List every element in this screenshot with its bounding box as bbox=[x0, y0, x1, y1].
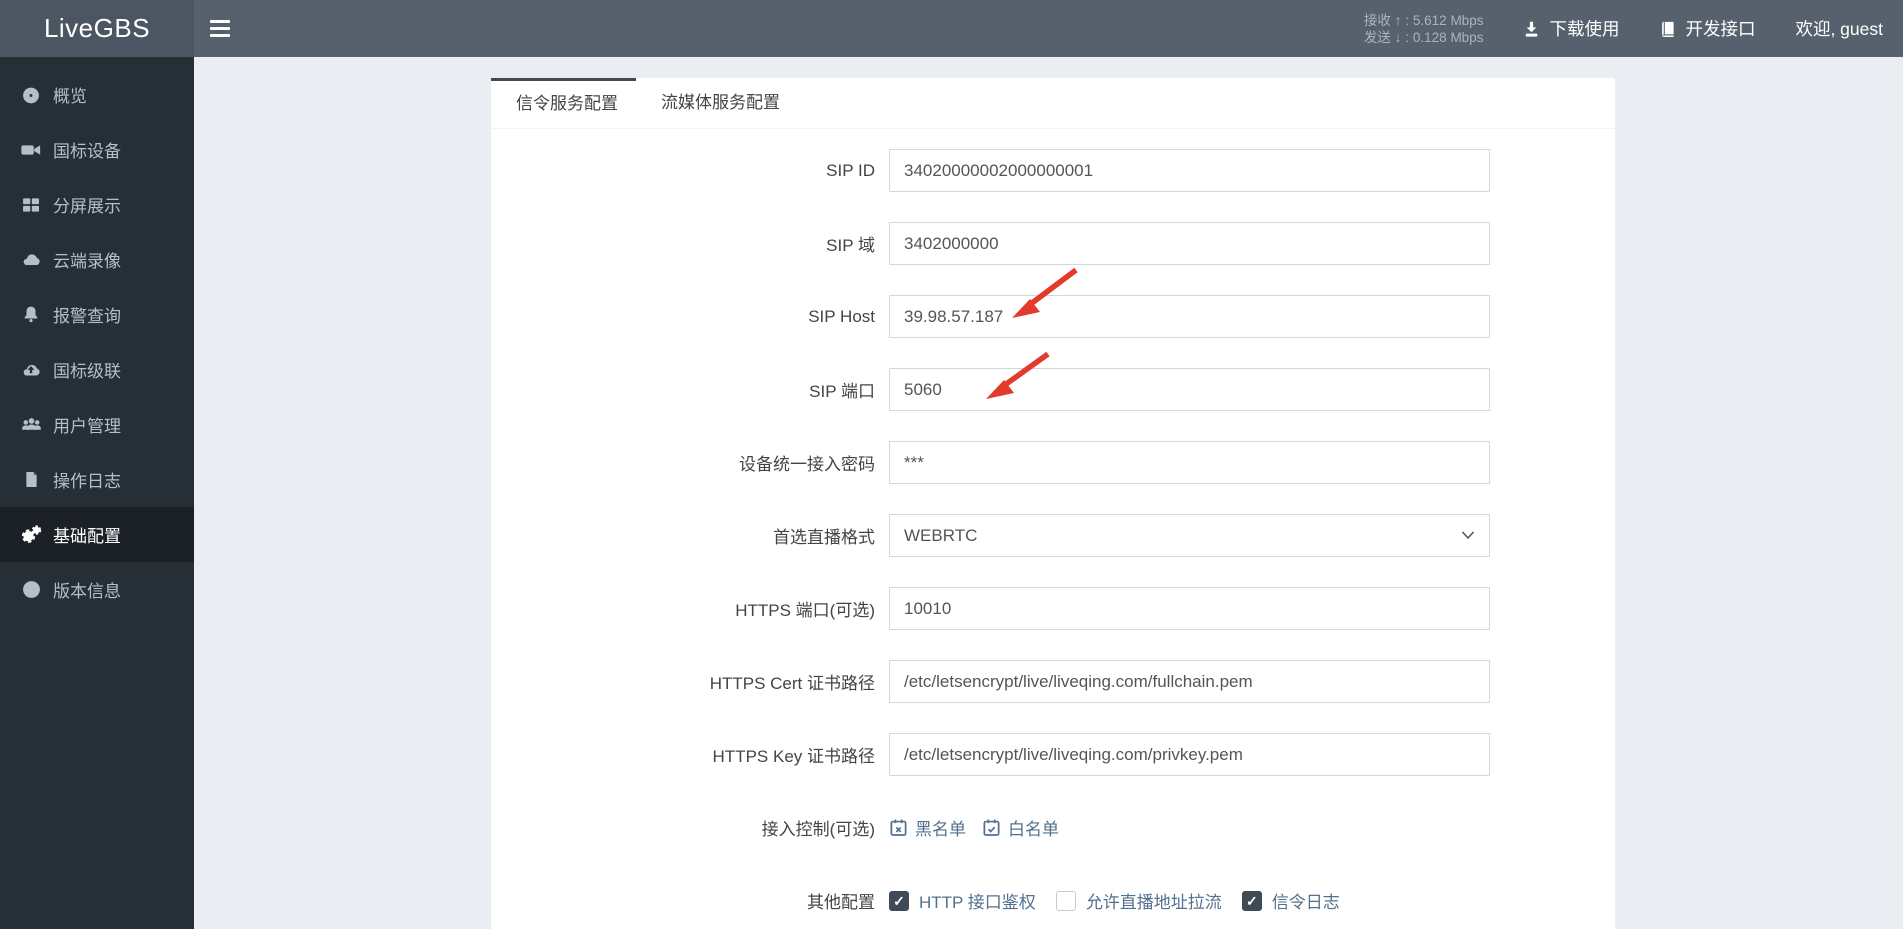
allow-pull-stream-checkbox[interactable]: ✓ 允许直播地址拉流 bbox=[1055, 888, 1222, 913]
cloud-icon bbox=[18, 249, 44, 271]
blacklist-link[interactable]: 黑名单 bbox=[889, 815, 966, 840]
access-control-label: 接入控制(可选) bbox=[761, 820, 875, 839]
https-port-input[interactable] bbox=[889, 587, 1490, 630]
signaling-log-checkbox[interactable]: ✓ 信令日志 bbox=[1241, 888, 1340, 913]
arrow-down-icon: ↓ bbox=[1394, 28, 1402, 45]
sip-host-label: SIP Host bbox=[808, 306, 875, 326]
chevron-down-icon bbox=[1461, 531, 1475, 540]
video-camera-icon bbox=[18, 139, 44, 161]
sidebar-toggle-button[interactable] bbox=[194, 0, 246, 57]
calendar-x-icon bbox=[890, 819, 907, 836]
tab-media-config[interactable]: 流媒体服务配置 bbox=[636, 78, 805, 128]
users-icon bbox=[18, 414, 44, 436]
form-row-sip-port: SIP 端口 bbox=[491, 368, 1615, 411]
sidebar-item-overview[interactable]: 概览 bbox=[0, 67, 194, 122]
sip-id-input[interactable] bbox=[889, 149, 1490, 192]
preferred-format-select[interactable]: WEBRTC bbox=[889, 514, 1490, 557]
sidebar-item-basic-config[interactable]: 基础配置 bbox=[0, 507, 194, 562]
form-row-https-cert: HTTPS Cert 证书路径 bbox=[491, 660, 1615, 703]
download-icon bbox=[1526, 21, 1538, 37]
welcome-user[interactable]: 欢迎, guest bbox=[1795, 16, 1883, 41]
other-config-label: 其他配置 bbox=[807, 893, 875, 912]
https-cert-label: HTTPS Cert 证书路径 bbox=[709, 674, 875, 693]
whitelist-link[interactable]: 白名单 bbox=[982, 815, 1059, 840]
device-password-label: 设备统一接入密码 bbox=[739, 455, 875, 474]
top-navbar: LiveGBS 接收 ↑ : 5.612 Mbps 发送 ↓ : 0.128 M… bbox=[0, 0, 1903, 57]
form-row-access-control: 接入控制(可选) 黑名单 白名单 bbox=[491, 806, 1615, 849]
sidebar-item-gb-devices[interactable]: 国标设备 bbox=[0, 122, 194, 177]
form-row-sip-id: SIP ID bbox=[491, 149, 1615, 192]
form-row-https-key: HTTPS Key 证书路径 bbox=[491, 733, 1615, 776]
grid-icon bbox=[18, 195, 44, 215]
sip-domain-label: SIP 域 bbox=[826, 236, 875, 255]
arrow-up-icon: ↑ bbox=[1394, 11, 1402, 28]
api-docs-link[interactable]: 开发接口 bbox=[1659, 16, 1755, 41]
sidebar-item-version-info[interactable]: 版本信息 bbox=[0, 562, 194, 617]
sip-domain-input[interactable] bbox=[889, 222, 1490, 265]
cloud-upload-icon bbox=[18, 359, 44, 381]
sidebar: 概览 国标设备 分屏展示 云端录像 报警查询 国标级联 用户管理 操作日志 基础… bbox=[0, 57, 194, 929]
sip-host-input[interactable] bbox=[889, 295, 1490, 338]
hamburger-icon bbox=[210, 20, 230, 23]
app-logo[interactable]: LiveGBS bbox=[0, 0, 194, 57]
send-rate: 发送 ↓ : 0.128 Mbps bbox=[1363, 28, 1484, 45]
form-row-sip-domain: SIP 域 bbox=[491, 222, 1615, 265]
sidebar-item-gb-cascade[interactable]: 国标级联 bbox=[0, 342, 194, 397]
sidebar-menu: 概览 国标设备 分屏展示 云端录像 报警查询 国标级联 用户管理 操作日志 基础… bbox=[0, 57, 194, 617]
form-row-sip-host: SIP Host bbox=[491, 295, 1615, 338]
form-row-preferred-format: 首选直播格式 WEBRTC bbox=[491, 514, 1615, 557]
file-icon bbox=[18, 469, 44, 490]
device-access-password-input[interactable] bbox=[889, 441, 1490, 484]
download-link[interactable]: 下载使用 bbox=[1523, 16, 1619, 41]
sip-port-label: SIP 端口 bbox=[809, 382, 875, 401]
gauge-icon bbox=[18, 84, 44, 106]
form-row-https-port: HTTPS 端口(可选) bbox=[491, 587, 1615, 630]
preferred-format-label: 首选直播格式 bbox=[773, 528, 875, 547]
https-cert-path-input[interactable] bbox=[889, 660, 1490, 703]
main-content: 信令服务配置 流媒体服务配置 SIP ID SIP 域 SIP Host SIP… bbox=[194, 57, 1903, 929]
sip-port-input[interactable] bbox=[889, 368, 1490, 411]
http-api-auth-checkbox[interactable]: ✓ HTTP 接口鉴权 bbox=[889, 888, 1036, 913]
sidebar-item-split-screen[interactable]: 分屏展示 bbox=[0, 177, 194, 232]
sidebar-item-user-management[interactable]: 用户管理 bbox=[0, 397, 194, 452]
book-icon bbox=[1662, 21, 1675, 37]
https-key-label: HTTPS Key 证书路径 bbox=[712, 747, 875, 766]
ring-icon bbox=[18, 579, 44, 600]
checkbox-icon[interactable]: ✓ bbox=[1055, 890, 1076, 911]
form-row-device-password: 设备统一接入密码 bbox=[491, 441, 1615, 484]
checkbox-icon[interactable]: ✓ bbox=[889, 890, 909, 911]
checkbox-icon[interactable]: ✓ bbox=[1241, 890, 1262, 911]
tab-signaling-config[interactable]: 信令服务配置 bbox=[491, 78, 636, 128]
config-card: 信令服务配置 流媒体服务配置 SIP ID SIP 域 SIP Host SIP… bbox=[491, 78, 1615, 929]
form-row-other-config: 其他配置 ✓ HTTP 接口鉴权 ✓ 允许直播地址拉流 ✓ 信令日志 bbox=[491, 879, 1615, 922]
https-key-path-input[interactable] bbox=[889, 733, 1490, 776]
sidebar-item-operation-log[interactable]: 操作日志 bbox=[0, 452, 194, 507]
bell-icon bbox=[18, 304, 44, 325]
https-port-label: HTTPS 端口(可选) bbox=[735, 601, 875, 620]
sidebar-item-alarm-query[interactable]: 报警查询 bbox=[0, 287, 194, 342]
tab-bar: 信令服务配置 流媒体服务配置 bbox=[491, 78, 1615, 129]
sip-id-label: SIP ID bbox=[826, 160, 875, 180]
receive-rate: 接收 ↑ : 5.612 Mbps bbox=[1363, 11, 1484, 28]
sidebar-item-cloud-recording[interactable]: 云端录像 bbox=[0, 232, 194, 287]
calendar-check-icon bbox=[983, 819, 1000, 836]
traffic-stats: 接收 ↑ : 5.612 Mbps 发送 ↓ : 0.128 Mbps bbox=[1364, 12, 1484, 46]
signaling-config-form: SIP ID SIP 域 SIP Host SIP 端口 设备统一接入密码 首选… bbox=[491, 129, 1615, 922]
gears-icon bbox=[18, 524, 44, 546]
